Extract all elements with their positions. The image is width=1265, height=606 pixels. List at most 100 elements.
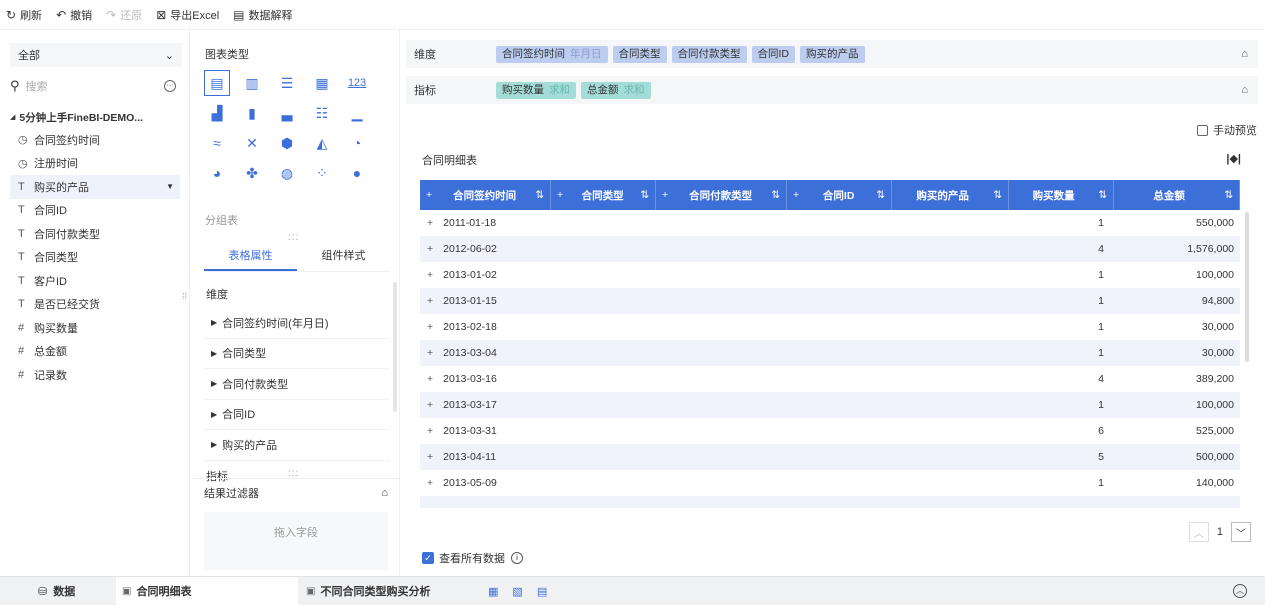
detail-table-icon[interactable]: ☰: [274, 70, 300, 96]
sort-icon[interactable]: ⇅: [535, 189, 544, 201]
table-row[interactable]: +2013-04-11 5 500,000: [420, 444, 1240, 470]
dimension-attr-item[interactable]: ▶ 合同ID: [204, 400, 390, 430]
field-item[interactable]: T 是否已经交货: [10, 293, 188, 317]
field-item[interactable]: # 购买数量: [10, 316, 188, 340]
dimension-attr-item[interactable]: ▶ 合同付款类型: [204, 369, 390, 400]
table-row[interactable]: +2013-03-16 4 389,200: [420, 366, 1240, 392]
expand-plus-icon[interactable]: +: [427, 321, 433, 333]
sort-icon[interactable]: ⇅: [876, 189, 885, 201]
expand-plus-icon[interactable]: +: [427, 347, 433, 359]
group-table-icon[interactable]: ▤: [204, 70, 230, 96]
tab-table-properties[interactable]: 表格属性: [204, 244, 297, 271]
field-item[interactable]: T 购买的产品 ▼: [10, 175, 180, 199]
number-card-icon[interactable]: 123: [344, 70, 370, 96]
sort-icon[interactable]: ⇅: [1224, 189, 1233, 201]
pie-chart-icon[interactable]: ◕: [204, 160, 230, 186]
panel-resize-handle[interactable]: ⁞⁞: [182, 292, 187, 301]
table-row[interactable]: [420, 496, 1240, 508]
column-header[interactable]: + 合同ID ⇅: [787, 180, 892, 210]
field-menu-caret-icon[interactable]: ▼: [166, 182, 174, 191]
redo-button[interactable]: ↷ 还原: [106, 7, 142, 23]
table-row[interactable]: +2013-02-18 1 30,000: [420, 314, 1240, 340]
field-item[interactable]: T 合同ID: [10, 199, 188, 223]
gauge-icon[interactable]: ◔: [344, 130, 370, 156]
filter-drop-zone[interactable]: 拖入字段: [204, 512, 388, 570]
sort-icon[interactable]: ⇅: [771, 189, 780, 201]
manual-preview-toggle[interactable]: 手动预览: [1197, 122, 1257, 138]
table-row[interactable]: +2012-06-02 4 1,576,000: [420, 236, 1240, 262]
metric-pill[interactable]: 总金额 求和: [581, 81, 651, 99]
radar-icon[interactable]: ⬢: [274, 130, 300, 156]
dimension-shelf[interactable]: 维度 合同签约时间 年月日 合同类型 合同付款类型 合同ID 购买的产品 ⌂: [406, 40, 1258, 68]
expand-plus-icon[interactable]: +: [427, 269, 433, 281]
dimension-pill[interactable]: 合同ID: [751, 45, 795, 63]
table-row[interactable]: +2013-03-04 1 30,000: [420, 340, 1240, 366]
expand-plus-icon[interactable]: +: [427, 399, 433, 411]
line-chart-icon[interactable]: ≈: [204, 130, 230, 156]
expand-plus-icon[interactable]: +: [662, 189, 668, 201]
table-row[interactable]: +2011-01-18 1 550,000: [420, 210, 1240, 236]
globe-map-icon[interactable]: ◍: [274, 160, 300, 186]
expand-plus-icon[interactable]: +: [427, 373, 433, 385]
stacked-bar-icon[interactable]: ▟: [204, 100, 230, 126]
sort-icon[interactable]: ⇅: [1098, 189, 1107, 201]
next-page-button[interactable]: ﹀: [1231, 522, 1251, 542]
horizontal-bar-icon[interactable]: ☷: [309, 100, 335, 126]
dimension-attr-item[interactable]: ▶ 购买的产品: [204, 430, 390, 461]
field-item[interactable]: T 客户ID: [10, 269, 188, 293]
dimension-pill[interactable]: 合同类型: [612, 45, 667, 63]
lock-icon[interactable]: ⌂: [1241, 48, 1248, 60]
field-item[interactable]: # 记录数: [10, 363, 188, 387]
sort-icon[interactable]: ⇅: [640, 189, 649, 201]
table-row[interactable]: +2013-01-15 1 94,800: [420, 288, 1240, 314]
more-icon[interactable]: ···: [164, 80, 176, 92]
metric-shelf[interactable]: 指标 购买数量 求和 总金额 求和 ⌂: [406, 76, 1258, 104]
expand-plus-icon[interactable]: +: [426, 189, 432, 201]
add-filter-icon[interactable]: ▧: [512, 585, 522, 598]
expand-plus-icon[interactable]: +: [427, 217, 433, 229]
field-item[interactable]: T 合同付款类型: [10, 222, 188, 246]
dimension-attr-item[interactable]: ▶ 合同类型: [204, 339, 390, 369]
sort-icon[interactable]: ⇅: [993, 189, 1002, 201]
dimension-pill[interactable]: 购买的产品: [800, 45, 865, 63]
expand-plus-icon[interactable]: +: [427, 451, 433, 463]
scatter-line-icon[interactable]: ✕: [239, 130, 265, 156]
expand-plus-icon[interactable]: +: [427, 243, 433, 255]
manual-preview-checkbox[interactable]: [1197, 124, 1208, 136]
dataset-select[interactable]: 全部 ⌄: [10, 43, 182, 67]
add-component-icon[interactable]: ▦: [488, 585, 498, 598]
table-scrollbar[interactable]: [1245, 212, 1249, 362]
expand-plus-icon[interactable]: +: [427, 425, 433, 437]
prev-page-button[interactable]: ︿: [1188, 522, 1209, 542]
drag-handle-icon[interactable]: :::: [288, 232, 299, 243]
data-tab[interactable]: ⛁ 数据: [0, 583, 116, 599]
column-chart-icon[interactable]: ▃: [274, 100, 300, 126]
column-header[interactable]: 总金额 ⇅: [1114, 180, 1240, 210]
tab-component-style[interactable]: 组件样式: [297, 244, 390, 271]
panel-scrollbar[interactable]: [393, 282, 397, 412]
column-header[interactable]: + 合同签约时间 ⇅: [420, 180, 551, 210]
kpi-grid-icon[interactable]: ▦: [309, 70, 335, 96]
add-dashboard-icon[interactable]: ▤: [537, 585, 547, 598]
lock-icon[interactable]: ⌂: [1241, 84, 1248, 96]
field-item[interactable]: ◷ 注册时间: [10, 152, 188, 176]
column-header[interactable]: + 合同付款类型 ⇅: [656, 180, 787, 210]
column-header[interactable]: 购买数量 ⇅: [1009, 180, 1114, 210]
field-item[interactable]: # 总金额: [10, 340, 188, 364]
bubble-icon[interactable]: ●: [344, 160, 370, 186]
dimension-attr-item[interactable]: ▶ 合同签约时间(年月日): [204, 308, 390, 339]
expand-plus-icon[interactable]: +: [427, 295, 433, 307]
grouped-bar-icon[interactable]: ▮: [239, 100, 265, 126]
data-explain-button[interactable]: ▤ 数据解释: [233, 7, 292, 23]
field-item[interactable]: ◷ 合同签约时间: [10, 128, 188, 152]
dimension-pill[interactable]: 合同签约时间 年月日: [496, 45, 608, 63]
tab-contract-type-analysis[interactable]: ▣ 不同合同类型购买分析: [298, 577, 480, 606]
tab-contract-detail[interactable]: ▣ 合同明细表: [116, 576, 298, 606]
dimension-pill[interactable]: 合同付款类型: [671, 45, 747, 63]
refresh-button[interactable]: ↻ 刷新: [6, 7, 42, 23]
field-search[interactable]: ⚲ 搜索 ···: [10, 76, 182, 96]
view-all-checkbox[interactable]: ✓: [422, 552, 434, 564]
collapse-up-icon[interactable]: ︿: [1233, 584, 1247, 598]
view-all-data-toggle[interactable]: ✓ 查看所有数据 i: [422, 550, 523, 566]
table-row[interactable]: +2013-01-02 1 100,000: [420, 262, 1240, 288]
